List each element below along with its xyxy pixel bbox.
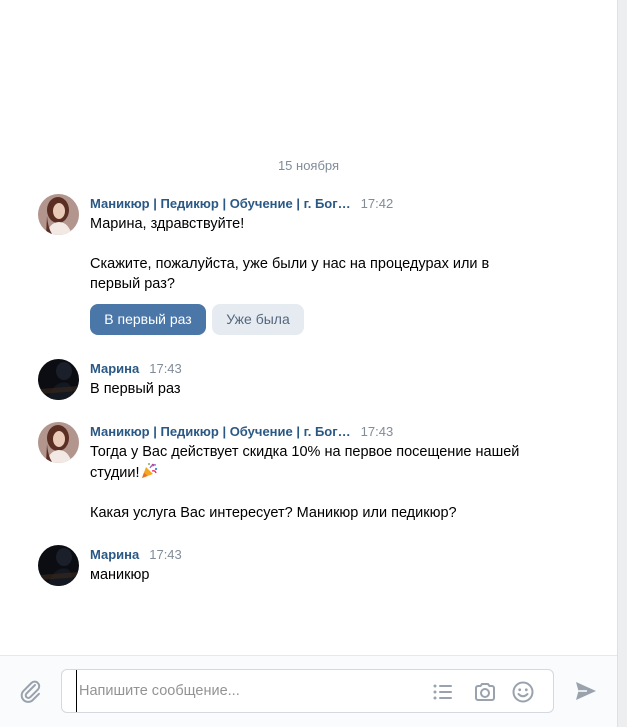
message-body: Маникюр | Педикюр | Обучение | г. Бог… 17… [90,422,595,523]
message-header: Маникюр | Педикюр | Обучение | г. Бог… 17… [90,194,595,214]
message-time[interactable]: 17:43 [149,547,182,562]
message-text: маникюр [90,565,595,585]
date-divider: 15 ноября [277,158,340,173]
message-header: Марина 17:43 [90,359,595,379]
message-header: Марина 17:43 [90,545,595,565]
author-name[interactable]: Маникюр | Педикюр | Обучение | г. Бог… [90,196,351,211]
first-time-button[interactable]: В первый раз [90,304,206,335]
text-line: студии! [90,465,140,481]
avatar[interactable] [38,194,79,235]
list-icon[interactable] [431,680,455,704]
author-name[interactable]: Маникюр | Педикюр | Обучение | г. Бог… [90,424,351,439]
bot-keyboard: В первый раз Уже была [90,304,595,336]
message-input-box [61,669,554,713]
text-line: Какая услуга Вас интересует? Маникюр или… [90,505,457,521]
avatar[interactable] [38,545,79,586]
message-body: Маникюр | Педикюр | Обучение | г. Бог… 17… [90,194,595,336]
avatar[interactable] [38,422,79,463]
message-text: Марина, здравствуйте! Скажите, пожалуйст… [90,214,595,294]
panel-border [617,0,618,727]
paperclip-icon[interactable] [18,678,44,704]
message-header: Маникюр | Педикюр | Обучение | г. Бог… 17… [90,422,595,442]
camera-icon[interactable] [473,680,497,704]
message-body: Марина 17:43 маникюр [90,545,595,585]
message-time[interactable]: 17:43 [149,361,182,376]
send-icon[interactable] [573,678,599,704]
text-line-with-emoji: студии! [90,462,595,483]
author-name[interactable]: Марина [90,361,139,376]
party-popper-icon [140,462,158,480]
message-composer [0,655,617,727]
text-line: Марина, здравствуйте! [90,216,245,232]
message-body: Марина 17:43 В первый раз [90,359,595,399]
text-line: В первый раз [90,381,181,397]
chat-panel: 15 ноября Маникюр | Педикюр | Обучение |… [0,0,617,727]
message-text: В первый раз [90,379,595,399]
avatar[interactable] [38,359,79,400]
smile-icon[interactable] [511,680,535,704]
already-been-button[interactable]: Уже была [212,304,304,335]
message-input[interactable] [76,670,416,712]
message-time[interactable]: 17:43 [361,424,394,439]
text-line: Скажите, пожалуйста, уже были у нас на п… [90,256,490,272]
author-name[interactable]: Марина [90,547,139,562]
message-time[interactable]: 17:42 [361,196,394,211]
text-line: Тогда у Вас действует скидка 10% на перв… [90,444,520,460]
text-line: первый раз? [90,276,175,292]
text-line: маникюр [90,567,150,583]
message-text: Тогда у Вас действует скидка 10% на перв… [90,442,595,523]
